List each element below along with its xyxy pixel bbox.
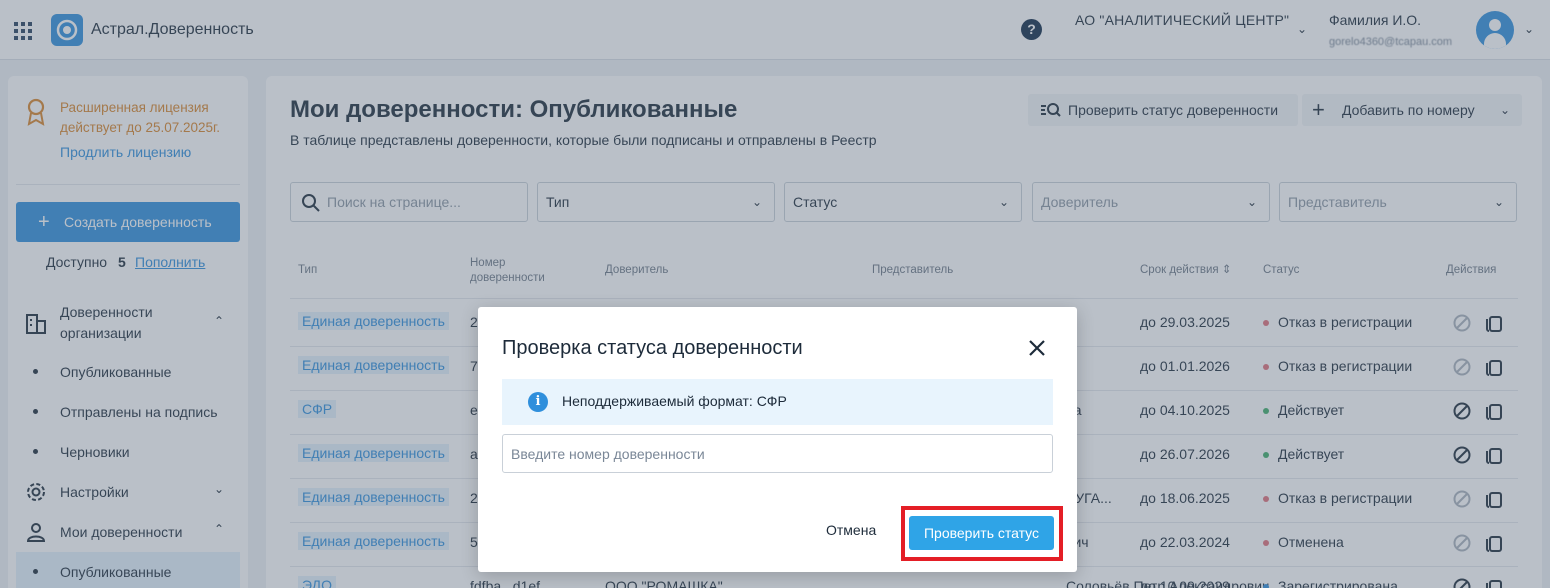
info-icon: i [528, 392, 548, 412]
poa-number-input[interactable] [502, 434, 1053, 473]
check-status-submit-button[interactable]: Проверить статус [909, 516, 1054, 550]
dialog-title: Проверка статуса доверенности [502, 337, 803, 359]
info-text: Неподдерживаемый формат: СФР [562, 393, 787, 409]
info-message: i Неподдерживаемый формат: СФР [502, 379, 1053, 425]
close-icon[interactable] [1026, 337, 1048, 359]
cancel-button[interactable]: Отмена [826, 522, 876, 538]
check-status-dialog: Проверка статуса доверенности i Неподдер… [478, 307, 1077, 572]
